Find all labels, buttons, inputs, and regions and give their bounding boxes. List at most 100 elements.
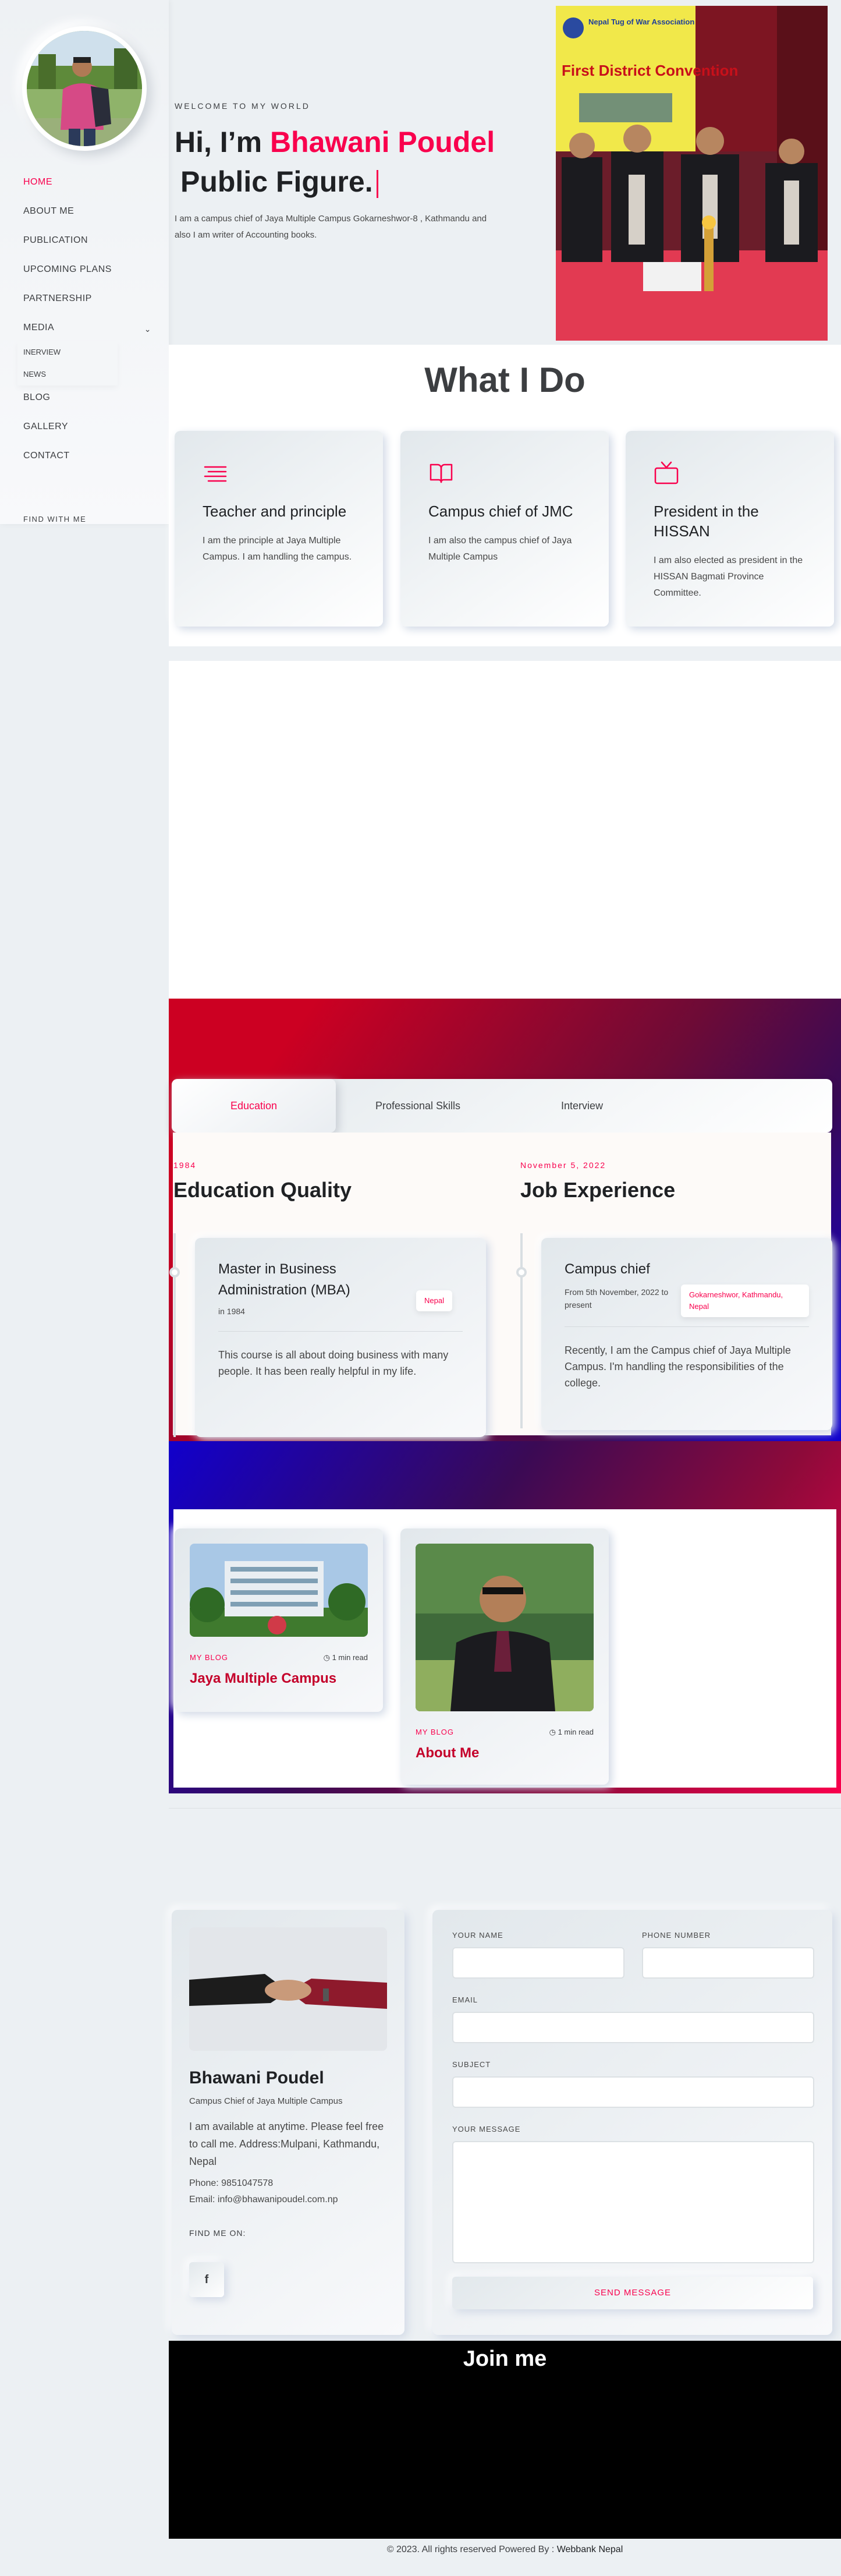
- location-badge: Gokarneshwor, Kathmandu, Nepal: [681, 1285, 809, 1317]
- read-time-text: 1 min read: [558, 1728, 594, 1736]
- blog-card[interactable]: MY BLOG ◷ 1 min read About Me: [400, 1528, 609, 1785]
- phone-label: PHONE NUMBER: [642, 1931, 711, 1940]
- list-icon: [204, 466, 227, 482]
- timeline-dot: [169, 1267, 180, 1278]
- divider: [565, 1326, 809, 1327]
- banner-line-1: Nepal Tug of War Association: [588, 17, 694, 26]
- hero-title: Hi, I’m Bhawani Poudel: [175, 125, 495, 160]
- hero-role: Public Figure.: [180, 164, 378, 199]
- contact-role: Campus Chief of Jaya Multiple Campus: [189, 2096, 343, 2106]
- sidebar: HOME ABOUT ME PUBLICATION UPCOMING PLANS…: [0, 0, 169, 524]
- email-label: EMAIL: [452, 1995, 478, 2004]
- nav-home[interactable]: HOME: [23, 175, 151, 204]
- education-card-title: Master in Business Administration (MBA): [218, 1261, 350, 1298]
- media-submenu: INERVIEW NEWS: [17, 341, 118, 385]
- tab-education[interactable]: Education: [172, 1079, 336, 1133]
- job-card: Campus chief From 5th November, 2022 to …: [541, 1238, 832, 1430]
- hero-photo: Nepal Tug of War Association First Distr…: [556, 6, 828, 341]
- handshake-image: [189, 1927, 387, 2051]
- find-me-on-label: FIND ME ON:: [189, 2228, 246, 2238]
- typing-cursor: [376, 169, 378, 198]
- service-title: Teacher and principle: [203, 503, 347, 520]
- contact-phone: Phone: 9851047578: [189, 2178, 274, 2188]
- hero-welcome: WELCOME TO MY WORLD: [175, 101, 310, 111]
- facebook-icon[interactable]: f: [189, 2262, 224, 2297]
- footer-link[interactable]: Webbank Nepal: [557, 2545, 623, 2554]
- nav-upcoming-plans[interactable]: UPCOMING PLANS: [23, 262, 151, 291]
- blog-image: [416, 1544, 594, 1711]
- nav-publication[interactable]: PUBLICATION: [23, 233, 151, 262]
- subject-input[interactable]: [452, 2076, 814, 2108]
- avatar[interactable]: [22, 26, 147, 151]
- divider: [218, 1331, 463, 1332]
- section-divider: [169, 1808, 841, 1809]
- education-heading: Education Quality: [173, 1178, 352, 1202]
- service-card-teacher[interactable]: Teacher and principle I am the principle…: [175, 431, 383, 627]
- banner-line-2: First District Convention: [562, 62, 738, 79]
- footer: © 2023. All rights reserved Powered By :…: [169, 2545, 841, 2555]
- main-nav: HOME ABOUT ME PUBLICATION UPCOMING PLANS…: [23, 175, 151, 349]
- service-desc: I am also elected as president in the HI…: [654, 555, 803, 598]
- service-desc: I am the principle at Jaya Multiple Camp…: [203, 536, 352, 562]
- nav-partnership[interactable]: PARTNERSHIP: [23, 291, 151, 320]
- find-with-me-label: FIND WITH ME: [23, 515, 87, 523]
- service-desc: I am also the campus chief of Jaya Multi…: [428, 536, 572, 562]
- hero-greeting: Hi, I’m: [175, 126, 262, 158]
- contact-card: Bhawani Poudel Campus Chief of Jaya Mult…: [172, 1910, 404, 2335]
- name-label: YOUR NAME: [452, 1931, 503, 1940]
- tab-professional-skills[interactable]: Professional Skills: [336, 1079, 500, 1133]
- services-title: What I Do: [424, 360, 585, 399]
- contact-form: YOUR NAME PHONE NUMBER EMAIL SUBJECT YOU…: [432, 1910, 832, 2335]
- submenu-news[interactable]: NEWS: [17, 363, 118, 385]
- service-card-campus-chief[interactable]: Campus chief of JMC I am also the campus…: [400, 431, 609, 627]
- service-card-president[interactable]: President in the HISSAN I am also electe…: [626, 431, 834, 627]
- join-me-title: Join me: [463, 2347, 547, 2371]
- chevron-down-icon[interactable]: ⌄: [144, 321, 151, 337]
- footer-text: © 2023. All rights reserved Powered By :: [386, 2545, 555, 2554]
- message-label: YOUR MESSAGE: [452, 2125, 521, 2133]
- job-card-sub: From 5th November, 2022 to present: [565, 1287, 669, 1310]
- message-textarea[interactable]: [452, 2141, 814, 2263]
- blog-title[interactable]: Jaya Multiple Campus: [190, 1671, 368, 1687]
- resume-tabs: Education Professional Skills Interview: [172, 1079, 832, 1133]
- blog-card[interactable]: MY BLOG ◷ 1 min read Jaya Multiple Campu…: [175, 1528, 383, 1712]
- education-card-desc: This course is all about doing business …: [218, 1349, 449, 1377]
- blog-read-time: ◷ 1 min read: [323, 1653, 368, 1662]
- blog-image: [190, 1544, 368, 1637]
- phone-input[interactable]: [642, 1947, 814, 1979]
- service-title: Campus chief of JMC: [428, 503, 573, 520]
- hero-role-text: Public Figure.: [180, 165, 373, 198]
- tv-icon: [654, 461, 679, 484]
- book-icon: [430, 463, 453, 483]
- hero-name: Bhawani Poudel: [269, 126, 495, 158]
- blog-category[interactable]: MY BLOG: [190, 1653, 228, 1662]
- timeline-dot: [516, 1267, 527, 1278]
- nav-gallery[interactable]: GALLERY: [23, 419, 151, 448]
- nav-contact[interactable]: CONTACT: [23, 448, 151, 477]
- send-message-button[interactable]: SEND MESSAGE: [452, 2277, 813, 2309]
- tab-interview[interactable]: Interview: [500, 1079, 664, 1133]
- email-input[interactable]: [452, 2012, 814, 2043]
- name-input[interactable]: [452, 1947, 624, 1979]
- location-badge: Nepal: [416, 1290, 452, 1311]
- contact-email: Email: info@bhawanipoudel.com.np: [189, 2195, 338, 2205]
- nav-blog[interactable]: BLOG: [23, 390, 151, 419]
- education-date: 1984: [173, 1160, 197, 1170]
- blog-category[interactable]: MY BLOG: [416, 1728, 454, 1737]
- subject-label: SUBJECT: [452, 2060, 491, 2069]
- secondary-nav: BLOG GALLERY CONTACT: [23, 390, 151, 477]
- blog-read-time: ◷ 1 min read: [549, 1728, 594, 1736]
- job-card-title: Campus chief: [565, 1261, 650, 1277]
- job-date: November 5, 2022: [520, 1160, 606, 1170]
- submenu-interview[interactable]: INERVIEW: [17, 341, 118, 363]
- job-card-desc: Recently, I am the Campus chief of Jaya …: [565, 1344, 791, 1389]
- nav-about[interactable]: ABOUT ME: [23, 204, 151, 233]
- education-timeline: [173, 1233, 176, 1437]
- contact-description: I am available at anytime. Please feel f…: [189, 2121, 384, 2167]
- service-title: President in the HISSAN: [654, 503, 759, 540]
- blog-title[interactable]: About Me: [416, 1745, 594, 1761]
- nav-media-label: MEDIA: [23, 323, 55, 332]
- job-heading: Job Experience: [520, 1178, 676, 1202]
- job-timeline: [520, 1233, 523, 1428]
- join-me-section: Join me: [169, 2341, 841, 2539]
